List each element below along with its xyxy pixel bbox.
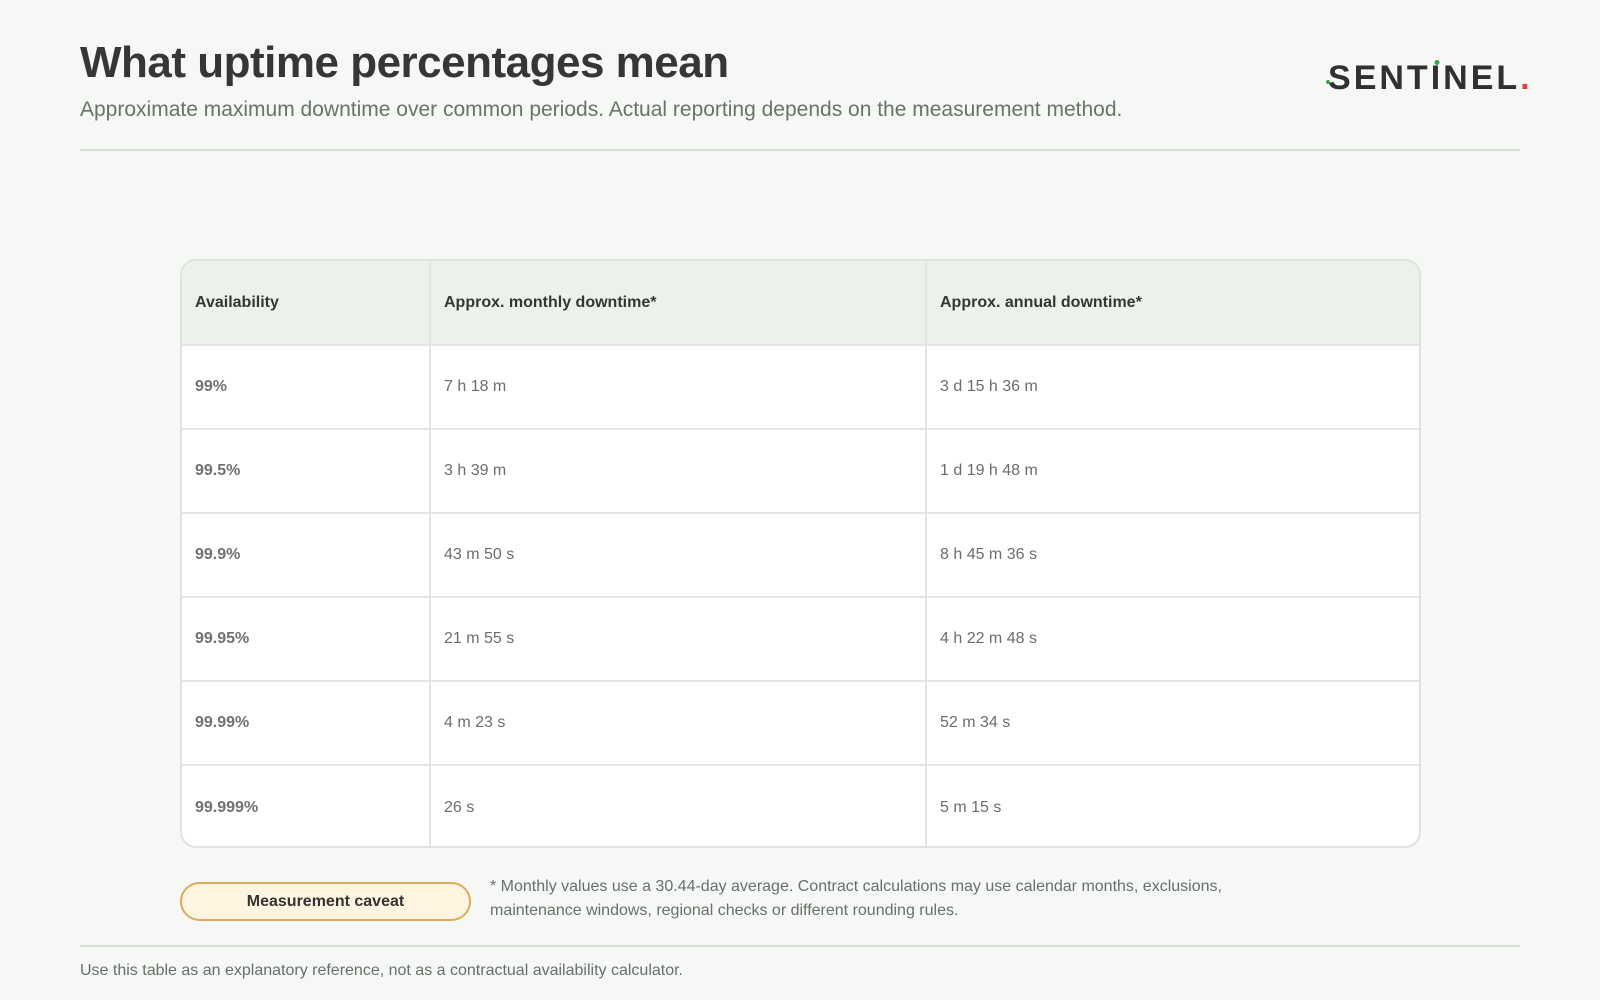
table-body: 99% 7 h 18 m 3 d 15 h 36 m 99.5% 3 h 39 … [182,345,1419,846]
logo-i-mark: I [1430,59,1444,97]
sentinel-logo: SENTINEL. [1326,58,1533,98]
availability-cell: 99.99% [182,681,431,766]
monthly-downtime-cell: 43 m 50 s [430,513,927,598]
table-row: 99% 7 h 18 m 3 d 15 h 36 m [182,345,1419,430]
availability-cell: 99.9% [182,513,431,598]
logo-s-mark: S [1326,59,1354,97]
column-header-availability: Availability [182,261,431,346]
monthly-downtime-cell: 3 h 39 m [430,429,927,514]
logo-text-end: NEL [1443,59,1521,97]
header: What uptime percentages mean Approximate… [80,36,1520,124]
footer-divider [80,945,1520,947]
annual-downtime-cell: 4 h 22 m 48 s [926,597,1419,682]
column-header-monthly-downtime: Approx. monthly downtime* [430,261,927,346]
annual-downtime-cell: 5 m 15 s [940,798,1002,816]
monthly-downtime-cell: 26 s [430,765,927,846]
uptime-table: Availability Approx. monthly downtime* A… [180,259,1421,848]
logo-dot-mark: . [1520,59,1533,97]
monthly-downtime-cell: 21 m 55 s [430,597,927,682]
uptime-table-grid: Availability Approx. monthly downtime* A… [182,261,1419,846]
page-title: What uptime percentages mean [80,38,729,87]
availability-cell: 99.5% [182,429,431,514]
logo-text-middle: ENT [1353,59,1431,97]
table-header: Availability Approx. monthly downtime* A… [182,261,1419,346]
availability-cell: 99% [182,345,431,430]
monthly-downtime-cell: 7 h 18 m [430,345,927,430]
footer-note: Use this table as an explanatory referen… [80,962,683,979]
availability-cell: 99.999% [182,765,431,846]
measurement-caveat-badge: Measurement caveat [180,882,471,921]
column-header-annual-downtime: Approx. annual downtime* [926,261,1419,346]
table-row: 99.9% 43 m 50 s 8 h 45 m 36 s [182,513,1419,598]
page: What uptime percentages mean Approximate… [0,0,1600,1000]
annual-downtime-cell: 52 m 34 s [926,681,1419,766]
table-row: 99.95% 21 m 55 s 4 h 22 m 48 s [182,597,1419,682]
table-row: 99.5% 3 h 39 m 1 d 19 h 48 m [182,429,1419,514]
table-row: 99.99% 4 m 23 s 52 m 34 s [182,681,1419,766]
availability-cell: 99.95% [182,597,431,682]
header-divider [80,149,1520,151]
annual-downtime-cell: 3 d 15 h 36 m [926,345,1419,430]
caveat-text: * Monthly values use a 30.44-day average… [490,878,1222,919]
table-row: 99.999% 26 s 5 m 15 s [182,765,1419,846]
monthly-downtime-cell: 4 m 23 s [430,681,927,766]
annual-downtime-cell: 1 d 19 h 48 m [926,429,1419,514]
table-header-row: Availability Approx. monthly downtime* A… [182,261,1419,346]
annual-downtime-cell: 8 h 45 m 36 s [926,513,1419,598]
page-subtitle: Approximate maximum downtime over common… [80,98,1123,121]
